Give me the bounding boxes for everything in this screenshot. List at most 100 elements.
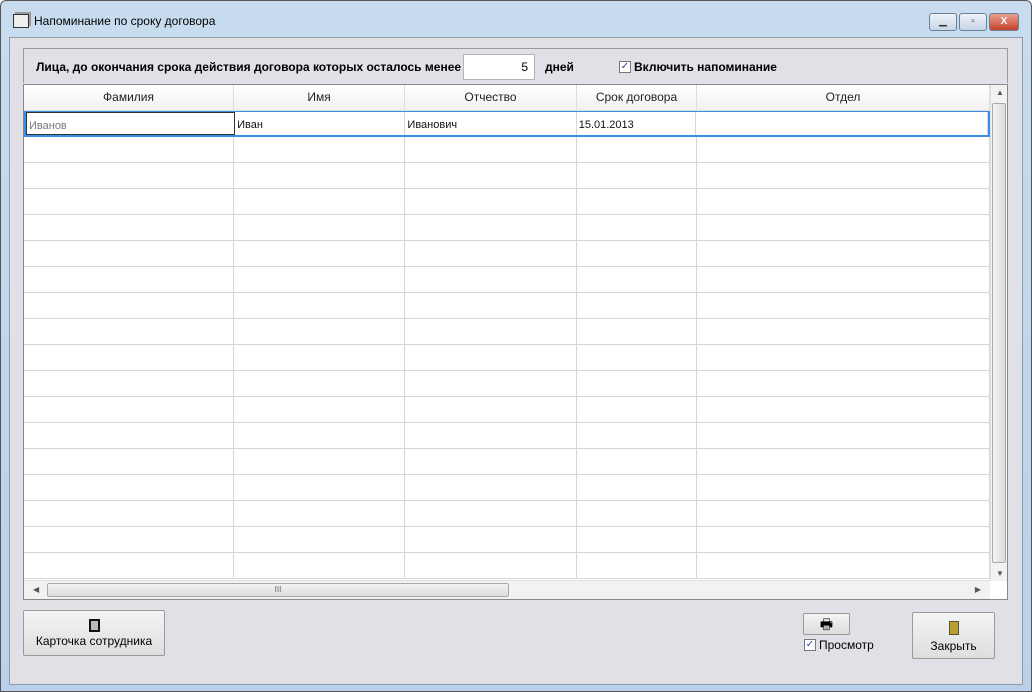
- table-cell[interactable]: [234, 371, 405, 396]
- table-cell[interactable]: [405, 501, 577, 526]
- table-cell[interactable]: [697, 371, 990, 396]
- maximize-button[interactable]: ▫: [959, 13, 987, 31]
- table-cell[interactable]: [405, 137, 577, 162]
- table-cell[interactable]: [697, 293, 990, 318]
- vertical-scroll-thumb[interactable]: [992, 103, 1006, 563]
- table-row[interactable]: [24, 137, 990, 163]
- table-cell[interactable]: [24, 293, 234, 318]
- table-row[interactable]: [24, 293, 990, 319]
- table-cell[interactable]: [405, 423, 577, 448]
- table-cell[interactable]: [697, 423, 990, 448]
- table-cell[interactable]: [405, 475, 577, 500]
- table-row[interactable]: [24, 449, 990, 475]
- table-cell[interactable]: [577, 241, 697, 266]
- table-cell[interactable]: [234, 501, 405, 526]
- table-row[interactable]: [24, 345, 990, 371]
- table-cell[interactable]: [24, 163, 234, 188]
- table-row[interactable]: [24, 241, 990, 267]
- table-cell[interactable]: [405, 241, 577, 266]
- table-cell[interactable]: [697, 345, 990, 370]
- table-row[interactable]: [24, 527, 990, 553]
- table-cell[interactable]: [577, 475, 697, 500]
- table-cell[interactable]: [234, 553, 405, 578]
- table-cell[interactable]: [24, 397, 234, 422]
- table-cell[interactable]: Иванович: [405, 112, 577, 135]
- table-cell[interactable]: [577, 137, 697, 162]
- table-cell[interactable]: [24, 345, 234, 370]
- column-header[interactable]: Имя: [234, 85, 405, 110]
- table-cell[interactable]: [577, 345, 697, 370]
- table-cell[interactable]: [405, 319, 577, 344]
- table-cell[interactable]: [577, 397, 697, 422]
- table-cell[interactable]: [234, 319, 405, 344]
- table-cell[interactable]: Иванов: [26, 112, 236, 135]
- table-cell[interactable]: [405, 267, 577, 292]
- table-cell[interactable]: [234, 449, 405, 474]
- print-button[interactable]: 🖶: [803, 613, 850, 635]
- table-cell[interactable]: [577, 267, 697, 292]
- column-header[interactable]: Отдел: [697, 85, 990, 110]
- table-cell[interactable]: [697, 553, 990, 578]
- table-cell[interactable]: [697, 501, 990, 526]
- table-cell[interactable]: [24, 501, 234, 526]
- scroll-left-icon[interactable]: ◀: [33, 585, 39, 594]
- column-header[interactable]: Фамилия: [24, 85, 234, 110]
- horizontal-scroll-thumb[interactable]: III: [47, 583, 509, 597]
- table-cell[interactable]: [697, 189, 990, 214]
- table-row[interactable]: [24, 163, 990, 189]
- table-cell[interactable]: [234, 423, 405, 448]
- table-cell[interactable]: [24, 241, 234, 266]
- table-cell[interactable]: [234, 475, 405, 500]
- table-row[interactable]: [24, 553, 990, 579]
- table-cell[interactable]: [24, 423, 234, 448]
- table-cell[interactable]: [405, 553, 577, 578]
- table-cell[interactable]: [697, 449, 990, 474]
- table-cell[interactable]: [234, 293, 405, 318]
- table-cell[interactable]: [697, 475, 990, 500]
- table-cell[interactable]: [234, 163, 405, 188]
- table-cell[interactable]: Иван: [235, 112, 406, 135]
- table-cell[interactable]: [577, 293, 697, 318]
- table-cell[interactable]: [696, 112, 989, 135]
- table-cell[interactable]: [577, 423, 697, 448]
- table-cell[interactable]: [24, 215, 234, 240]
- table-cell[interactable]: [577, 319, 697, 344]
- table-cell[interactable]: [234, 397, 405, 422]
- table-cell[interactable]: 15.01.2013: [577, 112, 697, 135]
- table-cell[interactable]: [697, 215, 990, 240]
- table-cell[interactable]: [24, 475, 234, 500]
- close-window-button[interactable]: X: [989, 13, 1019, 31]
- table-cell[interactable]: [697, 527, 990, 552]
- scroll-right-icon[interactable]: ▶: [975, 585, 981, 594]
- days-input[interactable]: 5: [463, 54, 535, 80]
- table-cell[interactable]: [405, 293, 577, 318]
- column-header[interactable]: Срок договора: [577, 85, 697, 110]
- table-cell[interactable]: [24, 267, 234, 292]
- table-cell[interactable]: [234, 215, 405, 240]
- minimize-button[interactable]: ▁: [929, 13, 957, 31]
- table-cell[interactable]: [24, 137, 234, 162]
- table-row[interactable]: [24, 475, 990, 501]
- table-cell[interactable]: [577, 449, 697, 474]
- scroll-up-icon[interactable]: ▲: [996, 88, 1004, 97]
- table-cell[interactable]: [234, 267, 405, 292]
- table-cell[interactable]: [577, 553, 697, 578]
- table-cell[interactable]: [577, 215, 697, 240]
- table-cell[interactable]: [697, 241, 990, 266]
- employee-card-button[interactable]: Карточка сотрудника: [23, 610, 165, 656]
- table-row[interactable]: [24, 501, 990, 527]
- table-cell[interactable]: [405, 527, 577, 552]
- reminder-checkbox[interactable]: ✓ Включить напоминание: [619, 60, 777, 74]
- table-row[interactable]: [24, 397, 990, 423]
- preview-checkbox[interactable]: ✓ Просмотр: [804, 638, 874, 652]
- table-cell[interactable]: [577, 163, 697, 188]
- table-cell[interactable]: [24, 527, 234, 552]
- table-cell[interactable]: [234, 189, 405, 214]
- close-button[interactable]: Закрыть: [912, 612, 995, 659]
- table-row[interactable]: [24, 371, 990, 397]
- table-cell[interactable]: [234, 527, 405, 552]
- scroll-down-icon[interactable]: ▼: [996, 569, 1004, 578]
- table-cell[interactable]: [234, 241, 405, 266]
- table-cell[interactable]: [24, 319, 234, 344]
- table-cell[interactable]: [577, 501, 697, 526]
